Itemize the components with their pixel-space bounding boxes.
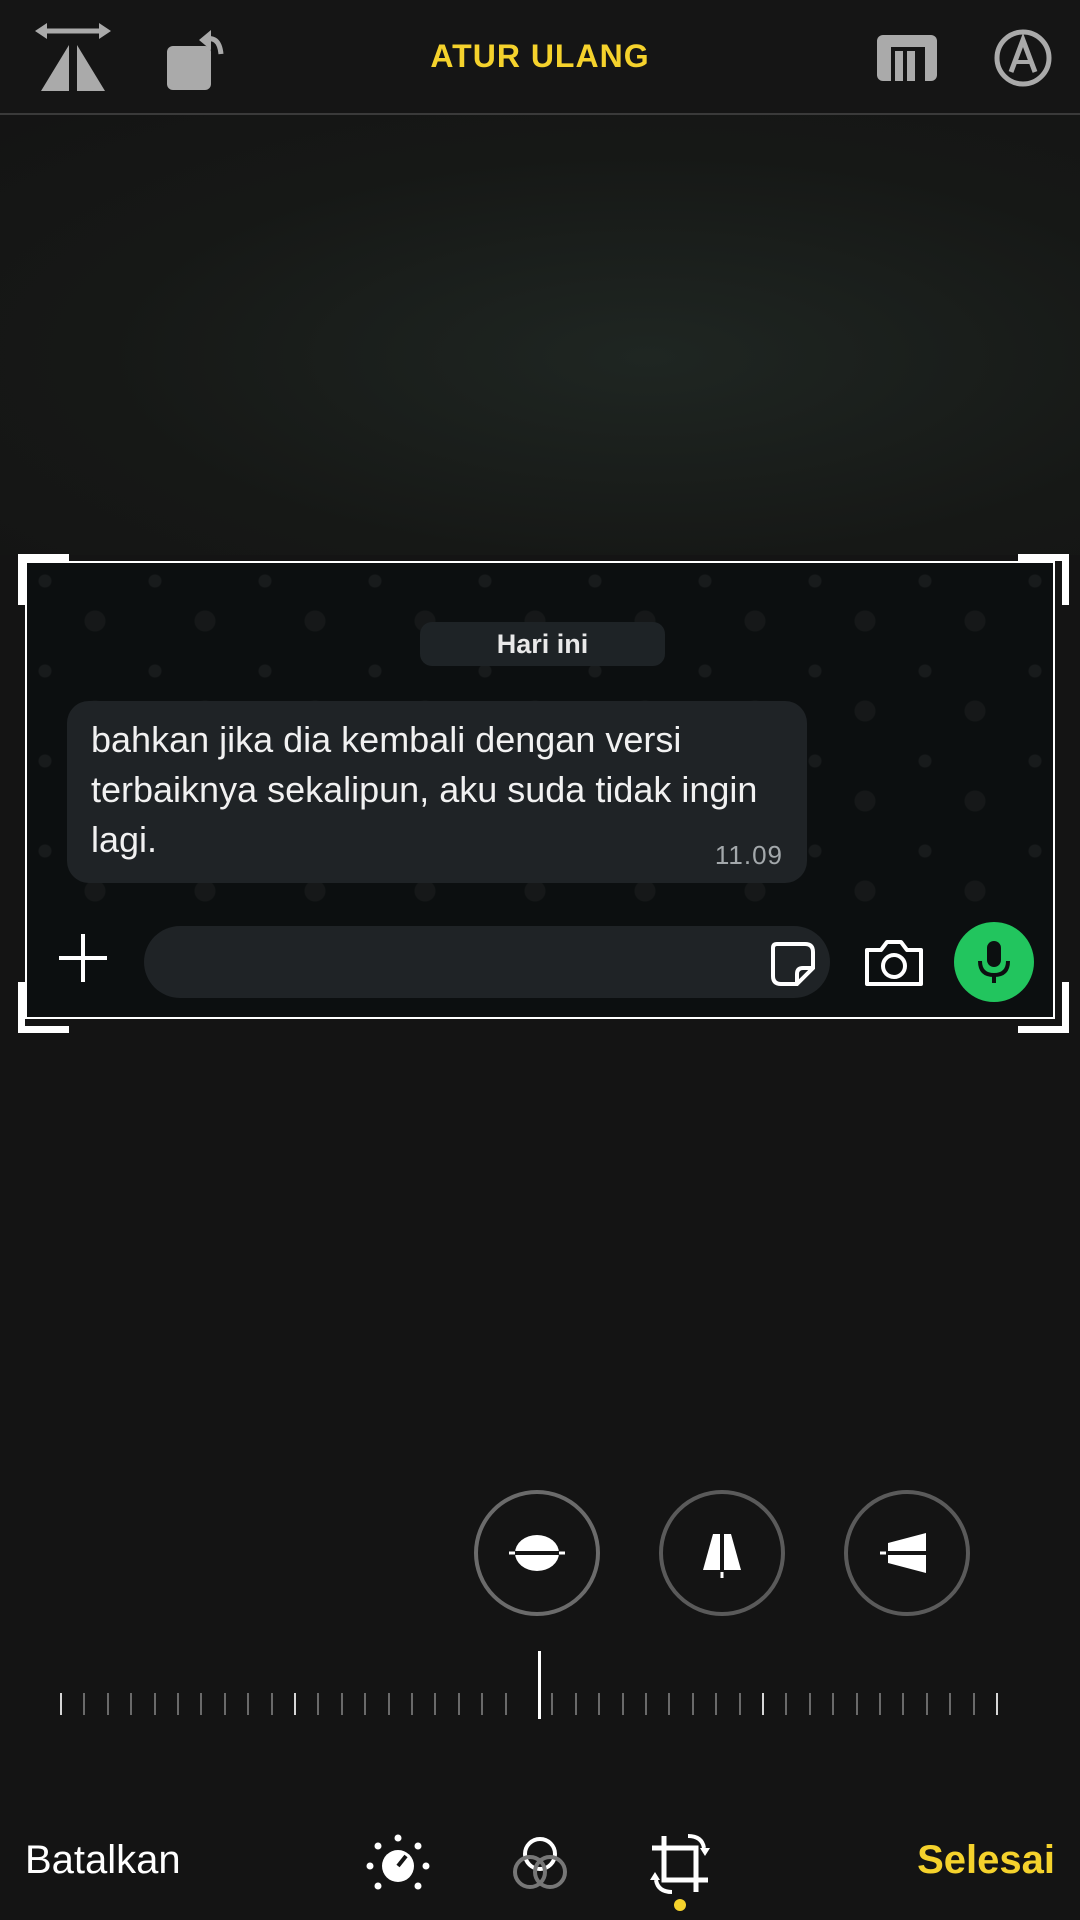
markup-icon[interactable] xyxy=(978,22,1068,94)
top-toolbar: ATUR ULANG xyxy=(0,0,1080,115)
message-time: 11.09 xyxy=(714,840,783,870)
crop-icon[interactable] xyxy=(644,1828,716,1900)
crop-handle-bottom-left[interactable] xyxy=(18,982,69,1033)
horizontal-perspective-icon[interactable] xyxy=(844,1490,970,1616)
ruler-tick xyxy=(902,1693,904,1715)
ruler-tick xyxy=(60,1693,62,1715)
sticker-icon xyxy=(769,940,817,988)
ruler-tick xyxy=(200,1693,202,1715)
ruler-tick xyxy=(481,1693,483,1715)
ruler-tick xyxy=(388,1693,390,1715)
ruler-tick xyxy=(762,1693,764,1715)
ruler-tick xyxy=(130,1693,132,1715)
date-chip: Hari ini xyxy=(420,622,665,666)
crop-handle-top-right[interactable] xyxy=(1018,554,1069,605)
aspect-ratio-icon[interactable] xyxy=(862,22,952,94)
ruler-tick xyxy=(247,1693,249,1715)
message-field xyxy=(144,926,830,998)
ruler-tick xyxy=(224,1693,226,1715)
ruler-tick xyxy=(434,1693,436,1715)
ruler-tick xyxy=(575,1693,577,1715)
adjust-icon[interactable] xyxy=(362,1828,434,1900)
ruler-tick xyxy=(996,1693,998,1715)
editor-background xyxy=(0,115,1080,555)
ruler-tick xyxy=(715,1693,717,1715)
camera-icon xyxy=(863,938,925,988)
ruler-tick xyxy=(83,1693,85,1715)
crop-handle-bottom-right[interactable] xyxy=(1018,982,1069,1033)
ruler-tick xyxy=(154,1693,156,1715)
ruler-tick xyxy=(271,1693,273,1715)
angle-ruler[interactable] xyxy=(60,1645,1020,1725)
ruler-tick xyxy=(739,1693,741,1715)
crop-handle-top-left[interactable] xyxy=(18,554,69,605)
ruler-tick xyxy=(926,1693,928,1715)
ruler-tick xyxy=(856,1693,858,1715)
ruler-tick xyxy=(458,1693,460,1715)
message-bubble: bahkan jika dia kembali dengan versi ter… xyxy=(67,701,807,883)
done-button[interactable]: Selesai xyxy=(917,1838,1055,1883)
ruler-tick xyxy=(949,1693,951,1715)
message-text: bahkan jika dia kembali dengan versi ter… xyxy=(91,719,758,860)
ruler-tick xyxy=(785,1693,787,1715)
ruler-tick xyxy=(645,1693,647,1715)
plus-icon xyxy=(53,928,113,988)
ruler-tick xyxy=(411,1693,413,1715)
crop-image-area[interactable]: Hari ini bahkan jika dia kembali dengan … xyxy=(25,561,1055,1019)
ruler-tick xyxy=(832,1693,834,1715)
ruler-tick xyxy=(364,1693,366,1715)
active-tab-indicator xyxy=(674,1899,686,1911)
ruler-tick xyxy=(107,1693,109,1715)
ruler-tick xyxy=(505,1693,507,1715)
straighten-icon[interactable] xyxy=(474,1490,600,1616)
bottom-bar: Batalkan Selesai xyxy=(0,1810,1080,1920)
ruler-tick xyxy=(294,1693,296,1715)
ruler-tick xyxy=(177,1693,179,1715)
ruler-indicator xyxy=(538,1651,541,1719)
ruler-tick xyxy=(809,1693,811,1715)
ruler-tick xyxy=(551,1693,553,1715)
ruler-tick xyxy=(317,1693,319,1715)
ruler-tick xyxy=(341,1693,343,1715)
vertical-perspective-icon[interactable] xyxy=(659,1490,785,1616)
ruler-tick xyxy=(879,1693,881,1715)
cancel-button[interactable]: Batalkan xyxy=(25,1838,181,1883)
ruler-tick xyxy=(973,1693,975,1715)
chat-input-bar xyxy=(25,906,1055,1019)
filters-icon[interactable] xyxy=(504,1828,576,1900)
ruler-tick xyxy=(668,1693,670,1715)
ruler-tick xyxy=(598,1693,600,1715)
ruler-tick xyxy=(622,1693,624,1715)
ruler-tick xyxy=(692,1693,694,1715)
